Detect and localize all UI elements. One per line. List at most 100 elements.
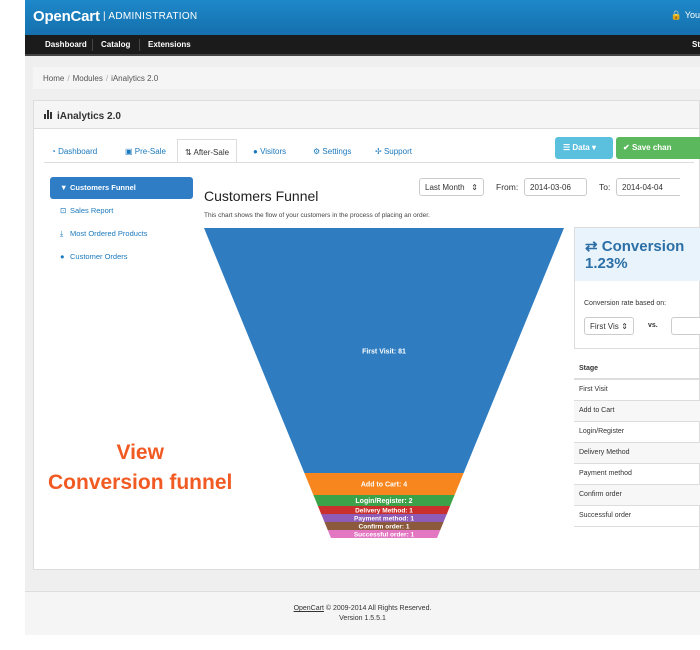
- top-header-bar: OpenCart | ADMINISTRATION 🔒 You: [25, 0, 700, 35]
- dashboard-icon: ◔: [51, 147, 56, 156]
- data-dropdown-button[interactable]: ☰ Data ▾: [555, 137, 613, 159]
- sidebar-item-most-ordered[interactable]: ⤓ Most Ordered Products: [50, 223, 193, 245]
- period-value: Last Month: [425, 183, 465, 192]
- tab-dashboard[interactable]: ◔ Dashboard: [44, 139, 104, 163]
- caret-down-icon: ▾: [591, 143, 596, 152]
- promo-overlay-text: View Conversion funnel: [48, 438, 232, 498]
- funnel-stage-label: Add to Cart: 4: [361, 482, 407, 489]
- period-select[interactable]: Last Month ⇕: [419, 178, 484, 196]
- bar-chart-icon: [44, 110, 54, 119]
- save-button-label: Save chan: [631, 143, 672, 152]
- footer-opencart-link[interactable]: OpenCart: [294, 605, 324, 612]
- tab-divider: [44, 162, 694, 163]
- user-name: You: [684, 10, 700, 20]
- menu-separator: [139, 39, 140, 51]
- report-description: This chart shows the flow of your custom…: [204, 212, 430, 219]
- breadcrumb-separator: /: [105, 74, 109, 83]
- menu-catalog[interactable]: Catalog: [101, 40, 130, 49]
- breadcrumb-home[interactable]: Home: [43, 74, 64, 83]
- promo-line-1: View: [116, 441, 164, 464]
- to-date-input[interactable]: 2014-04-04: [616, 178, 680, 196]
- filter-icon: ▼: [60, 183, 68, 192]
- sidebar-item-sales-report[interactable]: ⊡ Sales Report: [50, 200, 193, 222]
- funnel-stage-label: Confirm order: 1: [359, 524, 410, 531]
- exchange-icon: ⇄: [585, 238, 598, 255]
- menu-separator: [92, 39, 93, 51]
- updown-icon: ⇕: [471, 183, 478, 192]
- breadcrumb-separator: /: [67, 74, 70, 83]
- tab-visitors[interactable]: ● Visitors: [246, 139, 293, 163]
- brand-subtitle: | ADMINISTRATION: [103, 11, 198, 22]
- menu-right-item[interactable]: St: [692, 40, 700, 49]
- report-title: Customers Funnel: [204, 188, 319, 204]
- page-footer: OpenCart © 2009-2014 All Rights Reserved…: [25, 591, 700, 635]
- report-sidebar: ▼ Customers Funnel ⊡ Sales Report ⤓ Most Or…: [50, 177, 193, 269]
- funnel-stage-label: First Visit: 81: [362, 349, 406, 356]
- table-row: Payment method: [574, 464, 700, 485]
- user-menu[interactable]: 🔒 You: [671, 10, 700, 21]
- stage-table: Stage First Visit Add to Cart Login/Regi…: [574, 358, 700, 527]
- tab-support[interactable]: ✢ Support: [368, 139, 419, 163]
- from-date-input[interactable]: 2014-03-06: [524, 178, 587, 196]
- gears-icon: ⚙: [313, 147, 321, 156]
- conversion-stage-select[interactable]: First Vis ⇕: [584, 317, 634, 335]
- stage-table-header: Stage: [574, 358, 700, 380]
- tab-label: Dashboard: [58, 147, 98, 156]
- funnel-stage-label: Payment method: 1: [354, 516, 414, 523]
- footer-version: Version 1.5.5.1: [339, 615, 386, 622]
- to-label: To:: [599, 182, 611, 192]
- monitor-icon: ▣: [125, 147, 133, 156]
- panel-heading: iAnalytics 2.0: [34, 101, 699, 129]
- conversion-title: Conversion: [601, 238, 685, 255]
- funnel-stage-label: Login/Register: 2: [355, 498, 412, 505]
- lock-icon: 🔒: [670, 10, 682, 20]
- sidebar-item-customer-orders[interactable]: ● Customer Orders: [50, 246, 193, 268]
- menu-extensions[interactable]: Extensions: [148, 40, 191, 49]
- promo-line-2: Conversion funnel: [48, 471, 233, 494]
- conversion-rate: 1.23%: [585, 255, 628, 272]
- user-icon: ●: [253, 147, 258, 156]
- panel-title: iAnalytics 2.0: [57, 111, 121, 122]
- table-row: Confirm order: [574, 485, 700, 506]
- table-row: First Visit: [574, 380, 700, 401]
- tab-pre-sale[interactable]: ▣ Pre-Sale: [118, 139, 173, 163]
- tab-settings[interactable]: ⚙ Settings: [306, 139, 358, 163]
- tab-after-sale[interactable]: ⇅ After-Sale: [177, 139, 238, 163]
- conversion-box: ⇄ Conversion 1.23% Conversion rate based…: [574, 227, 700, 349]
- tab-label: Support: [383, 147, 412, 156]
- tab-label: Settings: [322, 147, 352, 156]
- funnel-chart: First Visit: 81 Add to Cart: 4 Login/Regis…: [204, 228, 564, 539]
- sidebar-item-label: Customers Funnel: [70, 183, 136, 192]
- conversion-compare-select[interactable]: [671, 317, 700, 335]
- table-row: Successful order: [574, 506, 700, 527]
- download-icon: ⤓: [60, 229, 64, 238]
- sidebar-item-customers-funnel[interactable]: ▼ Customers Funnel: [50, 177, 193, 199]
- lifebuoy-icon: ✢: [375, 147, 382, 156]
- main-menu: Dashboard Catalog Extensions St: [25, 35, 700, 56]
- brand-logo[interactable]: OpenCart: [33, 8, 100, 25]
- vs-label: vs.: [648, 322, 658, 329]
- tab-label: Visitors: [260, 147, 287, 156]
- tab-label: After-Sale: [193, 148, 230, 157]
- updown-icon: ⇕: [621, 322, 628, 331]
- sidebar-item-label: Most Ordered Products: [70, 229, 148, 238]
- breadcrumb-current[interactable]: iAnalytics 2.0: [111, 74, 158, 83]
- conversion-select-value: First Vis: [590, 322, 619, 331]
- breadcrumb-modules[interactable]: Modules: [73, 74, 103, 83]
- list-icon: ☰: [563, 143, 571, 152]
- check-icon: ✔: [623, 143, 630, 152]
- save-changes-button[interactable]: ✔ Save chan: [616, 137, 700, 159]
- sidebar-item-label: Customer Orders: [70, 252, 128, 261]
- conversion-header: ⇄ Conversion 1.23%: [575, 228, 700, 281]
- conversion-based-on-label: Conversion rate based on:: [584, 300, 667, 307]
- tab-label: Pre-Sale: [134, 147, 166, 156]
- footer-copyright: © 2009-2014 All Rights Reserved.: [323, 605, 432, 612]
- funnel-stage-label: Delivery Method: 1: [355, 508, 413, 515]
- sidebar-item-label: Sales Report: [70, 206, 114, 215]
- user-icon: ●: [60, 252, 65, 261]
- from-label: From:: [496, 182, 519, 192]
- report-icon: ⊡: [60, 206, 67, 215]
- data-button-label: Data: [572, 143, 590, 152]
- funnel-stage-label: Successful order: 1: [354, 532, 415, 539]
- menu-dashboard[interactable]: Dashboard: [45, 40, 87, 49]
